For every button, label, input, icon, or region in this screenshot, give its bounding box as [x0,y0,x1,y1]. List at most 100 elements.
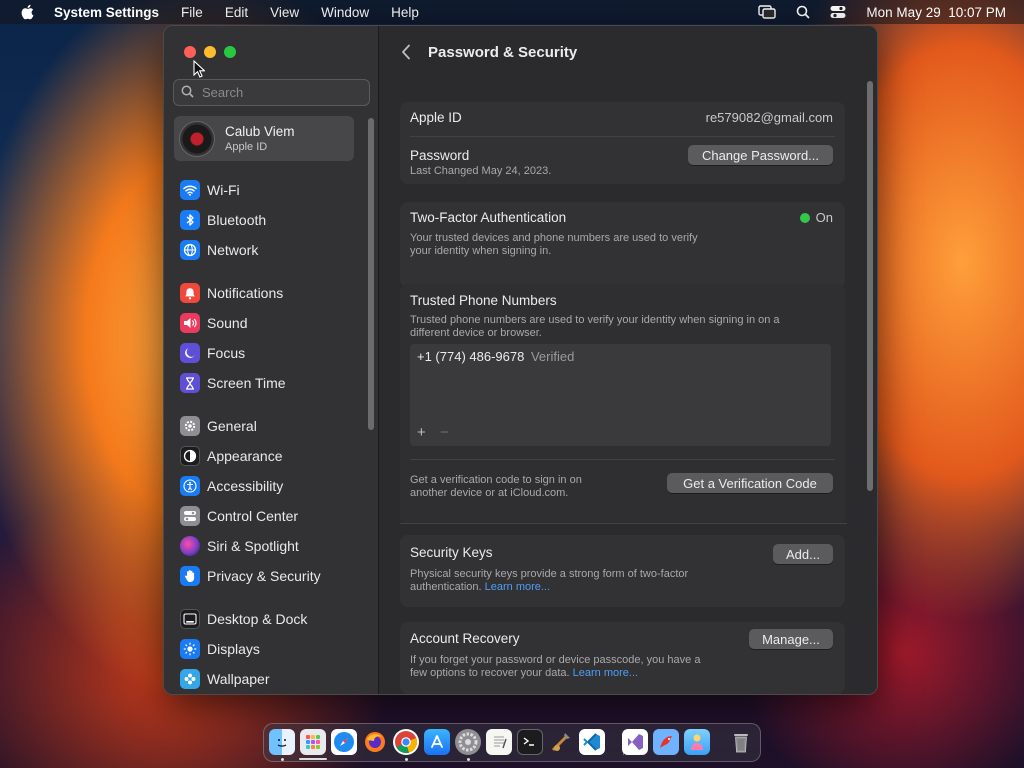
visual-studio-icon[interactable] [622,729,648,755]
account-recovery-description-line-2: few options to recover your data. Learn … [410,667,639,679]
flower-icon [180,669,200,689]
sidebar-scrollbar[interactable] [368,118,374,430]
textedit-icon[interactable] [486,729,512,755]
sidebar-item-network[interactable]: Network [180,238,258,262]
avatar [179,120,215,157]
mouse-cursor-icon [193,59,206,83]
sidebar-item-label: Siri & Spotlight [207,538,299,554]
verification-description-line-1: Get a verification code to sign in on [410,474,582,486]
apple-id-group: Apple ID re579082@gmail.com Password Las… [400,102,845,184]
xcode-instruments-icon[interactable] [548,729,574,755]
search-input[interactable] [202,85,362,100]
sidebar-item-bluetooth[interactable]: Bluetooth [180,208,266,232]
sidebar-item-accessibility[interactable]: Accessibility [180,474,283,498]
account-subtitle: Apple ID [225,141,268,153]
sidebar-item-control-center[interactable]: Control Center [180,504,298,528]
safari-icon[interactable] [331,729,357,755]
app-store-icon[interactable] [424,729,450,755]
spotlight-search-icon[interactable] [796,5,811,19]
phone-verified-status: Verified [530,349,575,364]
sidebar-item-label: Desktop & Dock [207,611,308,627]
menu-app-name[interactable]: System Settings [54,5,159,20]
sidebar-item-notifications[interactable]: Notifications [180,281,283,305]
apple-menu-icon[interactable] [20,4,36,20]
security-keys-description-line-1: Physical security keys provide a strong … [410,568,689,580]
verification-description-line-2: another device or at iCloud.com. [410,487,569,499]
control-center-icon[interactable] [830,5,846,19]
system-settings-icon[interactable] [455,729,481,755]
chrome-icon[interactable] [393,729,419,755]
dock-icon [180,609,200,629]
screen-mirroring-icon[interactable] [758,5,777,19]
divider [410,136,835,137]
apple-id-label: Apple ID [410,110,462,125]
preview-icon[interactable] [684,729,710,755]
sidebar-item-wallpaper[interactable]: Wallpaper [180,667,270,691]
phone-number-list[interactable]: +1 (774) 486-9678 Verified + − [410,344,831,446]
window-controls [184,46,244,58]
learn-more-link[interactable]: Learn more... [485,581,550,593]
main-scrollbar[interactable] [867,81,873,491]
menu-view[interactable]: View [270,5,299,20]
terminal-icon[interactable] [517,729,543,755]
trusted-description-line-2: different device or browser. [410,327,542,339]
menu-file[interactable]: File [181,5,203,20]
sidebar-item-label: Wallpaper [207,671,270,687]
get-verification-code-button[interactable]: Get a Verification Code [667,473,833,493]
sidebar-item-wifi[interactable]: Wi-Fi [180,178,240,202]
accessibility-icon [180,476,200,496]
search-icon [181,85,194,101]
sidebar-item-label: Accessibility [207,478,284,494]
add-phone-button[interactable]: + [417,424,426,441]
menu-window[interactable]: Window [321,5,369,20]
menu-clock[interactable]: Mon May 29 10:07 PM [866,5,1006,20]
section-divider [400,523,847,524]
phone-number: +1 (774) 486-9678 [417,349,525,364]
manage-account-recovery-button[interactable]: Manage... [749,629,833,649]
phone-list-item[interactable]: +1 (774) 486-9678 Verified [417,349,574,364]
sidebar-item-general[interactable]: General [180,414,257,438]
learn-more-link[interactable]: Learn more... [573,667,638,679]
running-indicator [405,758,408,761]
add-security-key-button[interactable]: Add... [773,544,833,564]
menu-edit[interactable]: Edit [225,5,248,20]
sidebar-item-label: Control Center [207,508,299,524]
main-content: Password & Security Apple ID re579082@gm… [380,26,877,694]
sidebar-item-desktop-dock[interactable]: Desktop & Dock [180,607,307,631]
menu-help[interactable]: Help [391,5,419,20]
back-chevron-icon[interactable] [398,44,414,60]
sidebar-item-siri-spotlight[interactable]: Siri & Spotlight [180,534,299,558]
dock [263,723,761,762]
two-factor-description-line-2: your identity when signing in. [410,245,552,257]
bluetooth-icon [180,210,200,230]
parrot-icon[interactable] [653,729,679,755]
sidebar-item-label: Privacy & Security [207,568,321,584]
sidebar-search[interactable] [173,79,370,106]
finder-icon[interactable] [269,729,295,755]
running-indicator [467,758,470,761]
trusted-description-line-1: Trusted phone numbers are used to verify… [410,314,780,326]
sidebar: Calub Viem Apple ID Wi-Fi Bluetooth [164,26,379,694]
close-window-button[interactable] [184,46,196,58]
sidebar-item-focus[interactable]: Focus [180,341,245,365]
minimize-window-button[interactable] [204,46,216,58]
sidebar-item-appearance[interactable]: Appearance [180,444,283,468]
main-titlebar: Password & Security [380,26,877,78]
firefox-icon[interactable] [362,729,388,755]
sidebar-item-screen-time[interactable]: Screen Time [180,371,286,395]
hourglass-icon [180,373,200,393]
sidebar-item-displays[interactable]: Displays [180,637,260,661]
two-factor-status-text: On [815,210,833,225]
sidebar-item-privacy-security[interactable]: Privacy & Security [180,564,321,588]
apple-id-account[interactable]: Calub Viem Apple ID [174,116,354,161]
trusted-phone-group: Trusted Phone Numbers Trusted phone numb… [400,284,845,524]
security-keys-description-line-2: authentication. Learn more... [410,581,551,593]
sidebar-item-sound[interactable]: Sound [180,311,247,335]
remove-phone-button[interactable]: − [440,424,449,441]
change-password-button[interactable]: Change Password... [688,145,833,165]
zoom-window-button[interactable] [224,46,236,58]
vscode-icon[interactable] [579,729,605,755]
trash-icon[interactable] [728,729,754,755]
account-recovery-description-line-1: If you forget your password or device pa… [410,654,701,666]
launchpad-icon[interactable] [300,729,326,755]
